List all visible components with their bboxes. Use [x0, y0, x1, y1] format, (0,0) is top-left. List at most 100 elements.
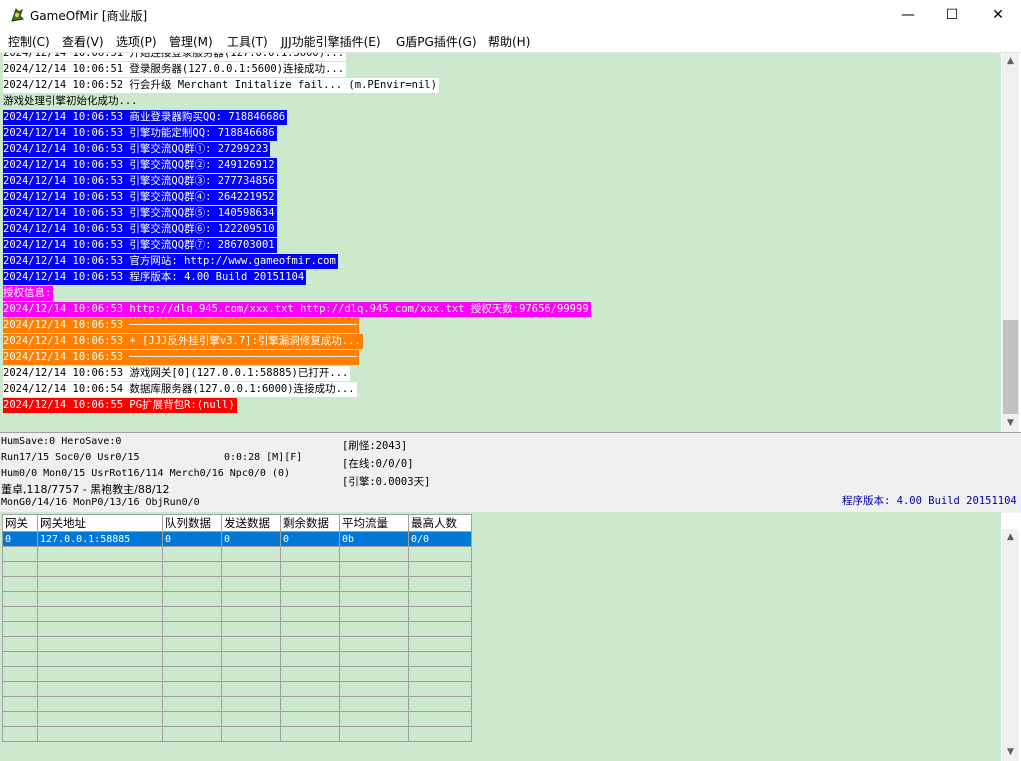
column-header[interactable]: 最高人数	[408, 514, 472, 532]
maximize-button[interactable]: ☐	[929, 0, 975, 30]
table-cell	[221, 696, 281, 712]
table-cell: 0b	[339, 531, 409, 547]
table-cell	[339, 666, 409, 682]
grid-scroll-up-icon[interactable]: ▲	[1002, 529, 1019, 546]
column-header[interactable]: 剩余数据	[280, 514, 340, 532]
table-row[interactable]	[2, 726, 472, 742]
table-cell	[221, 636, 281, 652]
table-cell	[37, 726, 163, 742]
table-cell	[221, 561, 281, 577]
table-cell	[339, 681, 409, 697]
log-line: 2024/12/14 10:06:53 引擎交流QQ群①: 27299223	[3, 142, 271, 157]
log-line: 2024/12/14 10:06:52 行会升级 Merchant Inital…	[3, 78, 439, 93]
status-boss: 董卓,118/7757 - 黑袍教主/88/12	[1, 483, 170, 496]
table-cell: 0	[2, 531, 38, 547]
table-cell	[339, 726, 409, 742]
menu-tools[interactable]: 工具(T)	[227, 33, 268, 50]
table-row[interactable]	[2, 666, 472, 682]
table-row[interactable]: 0 127.0.0.1:58885 0 0 0 0b 0/0	[2, 531, 472, 547]
table-cell	[408, 591, 472, 607]
table-cell	[2, 546, 38, 562]
column-header[interactable]: 网关地址	[37, 514, 163, 532]
menu-jjj-plugin[interactable]: JJJ功能引擎插件(E)	[281, 33, 381, 50]
log-scrollbar[interactable]: ▲ ▼	[1002, 53, 1019, 432]
log-line: 2024/12/14 10:06:53 ☀ [JJJ反外挂引擎v3.7]:引擎漏…	[3, 334, 363, 349]
log-panel[interactable]: 2024/12/14 10:06:51 开始连接登录服务器(127.0.0.1:…	[0, 53, 1001, 432]
table-row[interactable]	[2, 681, 472, 697]
menu-manage[interactable]: 管理(M)	[169, 33, 213, 50]
table-cell	[162, 681, 222, 697]
log-line: 2024/12/14 10:06:53 引擎交流QQ群⑤: 140598634	[3, 206, 277, 221]
log-line: 2024/12/14 10:06:53 程序版本: 4.00 Build 201…	[3, 270, 307, 285]
table-cell: 0	[162, 531, 222, 547]
table-cell: 0	[221, 531, 281, 547]
table-cell: 127.0.0.1:58885	[37, 531, 163, 547]
table-cell	[221, 621, 281, 637]
grid-scrollbar[interactable]: ▲ ▼	[1002, 529, 1019, 761]
menu-control[interactable]: 控制(C)	[8, 33, 50, 50]
table-cell	[162, 621, 222, 637]
table-cell	[37, 666, 163, 682]
log-line: 2024/12/14 10:06:54 数据库服务器(127.0.0.1:600…	[3, 382, 357, 397]
table-cell	[280, 726, 340, 742]
table-cell: 0	[280, 531, 340, 547]
table-row[interactable]	[2, 576, 472, 592]
table-cell	[408, 726, 472, 742]
table-cell	[408, 666, 472, 682]
table-cell: 0/0	[408, 531, 472, 547]
menu-view[interactable]: 查看(V)	[62, 33, 104, 50]
table-row[interactable]	[2, 651, 472, 667]
menu-pg-plugin[interactable]: G盾PG插件(G)	[396, 33, 477, 50]
table-cell	[162, 696, 222, 712]
table-row[interactable]	[2, 606, 472, 622]
table-cell	[162, 726, 222, 742]
menu-bar: 控制(C) 查看(V) 选项(P) 管理(M) 工具(T) JJJ功能引擎插件(…	[0, 30, 1021, 53]
table-row[interactable]	[2, 621, 472, 637]
close-button[interactable]: ✕	[975, 0, 1021, 30]
minimize-button[interactable]: —	[885, 0, 931, 30]
table-cell	[2, 681, 38, 697]
table-cell	[2, 651, 38, 667]
table-row[interactable]	[2, 561, 472, 577]
table-cell	[221, 546, 281, 562]
table-cell	[339, 621, 409, 637]
log-line: 2024/12/14 10:06:55 PG扩展背包R:(null)	[3, 398, 237, 413]
table-cell	[37, 621, 163, 637]
scroll-thumb[interactable]	[1003, 320, 1018, 414]
table-cell	[221, 651, 281, 667]
column-header[interactable]: 队列数据	[162, 514, 222, 532]
table-row[interactable]	[2, 546, 472, 562]
menu-help[interactable]: 帮助(H)	[488, 33, 530, 50]
column-header[interactable]: 平均流量	[339, 514, 409, 532]
table-row[interactable]	[2, 636, 472, 652]
table-cell	[2, 621, 38, 637]
scroll-down-icon[interactable]: ▼	[1002, 415, 1019, 432]
table-row[interactable]	[2, 591, 472, 607]
table-cell	[37, 591, 163, 607]
log-line: 2024/12/14 10:06:53 引擎功能定制QQ: 718846686	[3, 126, 277, 141]
table-cell	[2, 726, 38, 742]
table-cell	[162, 591, 222, 607]
status-panel: HumSave:0 HeroSave:0 Run17/15 Soc0/0 Usr…	[0, 432, 1021, 513]
column-header[interactable]: 网关	[2, 514, 38, 532]
engine-label: [引擎:0.0003天]	[342, 476, 431, 488]
grid-scroll-down-icon[interactable]: ▼	[1002, 744, 1019, 761]
table-cell	[280, 546, 340, 562]
log-line: 2024/12/14 10:06:53 引擎交流QQ群⑥: 122209510	[3, 222, 277, 237]
status-run: Run17/15 Soc0/0 Usr0/15	[1, 452, 140, 463]
table-row[interactable]	[2, 696, 472, 712]
table-cell	[37, 546, 163, 562]
table-cell	[2, 591, 38, 607]
table-cell	[339, 636, 409, 652]
status-counts: Hum0/0 Mon0/15 UsrRot16/114 Merch0/16 Np…	[1, 468, 290, 479]
table-cell	[221, 591, 281, 607]
table-cell	[2, 561, 38, 577]
table-cell	[280, 681, 340, 697]
table-row[interactable]	[2, 711, 472, 727]
table-cell	[221, 681, 281, 697]
table-cell	[408, 546, 472, 562]
column-header[interactable]: 发送数据	[221, 514, 281, 532]
scroll-up-icon[interactable]: ▲	[1002, 53, 1019, 70]
menu-options[interactable]: 选项(P)	[116, 33, 157, 50]
table-cell	[162, 666, 222, 682]
